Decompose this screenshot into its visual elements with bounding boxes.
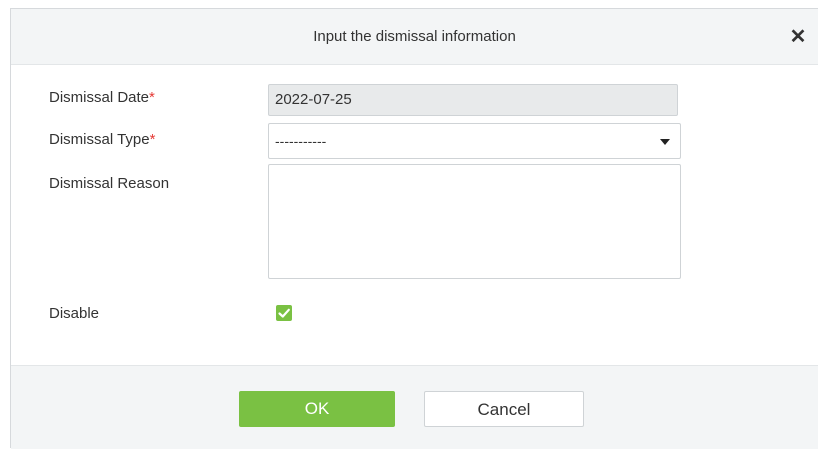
dialog-header: Input the dismissal information ✕ [11,9,818,65]
dismissal-type-label-text: Dismissal Type [49,131,150,148]
dismissal-reason-textarea[interactable] [268,164,681,279]
dismissal-date-label-text: Dismissal Date [49,89,150,106]
dismissal-type-label: Dismissal Type* [49,131,155,148]
dismissal-date-label: Dismissal Date* [49,89,155,106]
disable-label: Disable [49,305,100,322]
ok-button[interactable]: OK [239,391,395,427]
required-mark: * [149,131,156,148]
required-mark: * [149,89,155,106]
dismissal-date-field[interactable]: 2022-07-25 [268,84,678,116]
dismissal-dialog: Input the dismissal information ✕ Dismis… [10,8,818,449]
dialog-title: Input the dismissal information [313,28,516,45]
dismissal-type-value: ----------- [275,133,327,149]
dismissal-type-select[interactable]: ----------- [268,123,681,159]
dialog-footer: OK Cancel [11,365,818,449]
disable-checkbox[interactable] [276,305,292,321]
dismissal-reason-label: Dismissal Reason [49,175,170,192]
caret-down-icon [660,139,670,145]
close-icon[interactable]: ✕ [788,27,808,47]
cancel-button[interactable]: Cancel [424,391,584,427]
checkmark-icon [278,308,290,318]
